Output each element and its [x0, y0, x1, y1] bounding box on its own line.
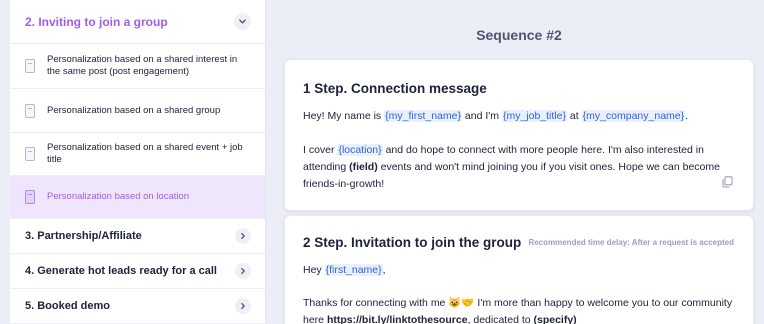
- category-partnership[interactable]: 3. Partnership/Affiliate: [10, 219, 265, 254]
- category-title: 4. Generate hot leads ready for a call: [25, 265, 217, 277]
- sidebar-item-shared-event[interactable]: Personalization based on a shared event …: [10, 133, 265, 176]
- category-title: 5. Booked demo: [25, 300, 110, 312]
- step-card-invitation: 2 Step. Invitation to join the group Rec…: [284, 215, 754, 324]
- message-line: Hey {first_name},: [303, 264, 386, 276]
- sidebar-item-label: Personalization based on location: [47, 191, 190, 203]
- message-line: Hey! My name is {my_first_name} and I'm …: [303, 110, 689, 122]
- document-icon: [25, 147, 35, 161]
- field-placeholder: (specify): [533, 314, 577, 324]
- sidebar: 2. Inviting to join a group Personalizat…: [10, 0, 266, 324]
- sidebar-item-shared-group[interactable]: Personalization based on a shared group: [10, 89, 265, 133]
- section-title: 2. Inviting to join a group: [25, 14, 168, 29]
- message-paragraph: Thanks for connecting with me 😺🤝 I'm mor…: [303, 297, 733, 324]
- chevron-right-icon[interactable]: [235, 298, 251, 314]
- time-delay-note: Recommended time delay: After a request …: [528, 238, 734, 247]
- variable-tag: {my_first_name}: [384, 110, 462, 122]
- sidebar-item-label: Personalization based on a shared event …: [47, 142, 243, 165]
- source-link[interactable]: https://bit.ly/linktothesource: [327, 314, 468, 324]
- document-icon: [25, 190, 35, 204]
- message-paragraph: I cover {location} and do hope to connec…: [303, 144, 720, 190]
- sidebar-item-label: Personalization based on a shared group: [47, 104, 221, 116]
- chevron-down-icon[interactable]: [234, 13, 251, 30]
- category-hot-leads[interactable]: 4. Generate hot leads ready for a call: [10, 254, 265, 289]
- chevron-right-icon[interactable]: [235, 228, 251, 244]
- copy-icon[interactable]: [722, 176, 733, 188]
- field-placeholder: (field): [349, 161, 378, 173]
- step-title: 1 Step. Connection message: [303, 81, 487, 96]
- chevron-right-icon[interactable]: [235, 263, 251, 279]
- category-booked-demo[interactable]: 5. Booked demo: [10, 289, 265, 324]
- variable-tag: {my_job_title}: [501, 110, 567, 122]
- variable-tag: {location}: [337, 144, 383, 156]
- variable-tag: {first_name}: [324, 264, 383, 276]
- emoji: 😺🤝: [448, 297, 475, 309]
- sidebar-item-shared-interest[interactable]: Personalization based on a shared intere…: [10, 44, 265, 89]
- step-title: 2 Step. Invitation to join the group: [303, 235, 522, 250]
- variable-tag: {my_company_name}: [581, 110, 686, 122]
- sequence-title: Sequence #2: [476, 27, 562, 43]
- section-header-inviting[interactable]: 2. Inviting to join a group: [10, 0, 265, 44]
- document-icon: [25, 59, 35, 73]
- sidebar-item-location[interactable]: Personalization based on location: [10, 176, 265, 219]
- category-title: 3. Partnership/Affiliate: [25, 230, 142, 242]
- step-card-connection: 1 Step. Connection message Hey! My name …: [284, 59, 754, 211]
- document-icon: [25, 103, 35, 118]
- sidebar-item-label: Personalization based on a shared intere…: [47, 54, 238, 77]
